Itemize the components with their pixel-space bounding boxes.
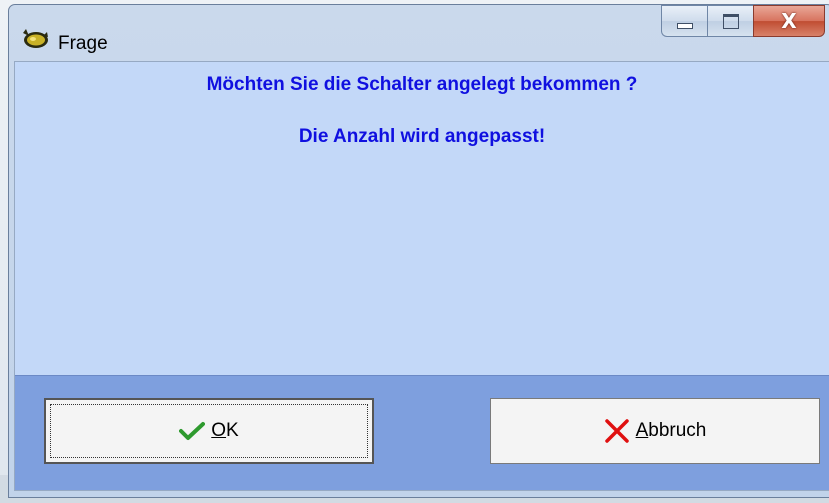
cat-app-icon[interactable] — [20, 27, 50, 49]
cancel-button-label: Abbruch — [635, 420, 707, 441]
caption-buttons: X — [661, 5, 825, 41]
ok-button[interactable]: OK — [44, 398, 374, 464]
cross-icon — [604, 419, 629, 443]
dialog-content: Möchten Sie die Schalter angelegt bekomm… — [14, 61, 829, 491]
title-bar[interactable]: Frage X — [9, 5, 829, 61]
maximize-button[interactable] — [707, 5, 753, 37]
question-text: Möchten Sie die Schalter angelegt bekomm… — [206, 74, 638, 95]
cancel-button[interactable]: Abbruch — [490, 398, 820, 464]
window-title: Frage — [58, 33, 108, 54]
focus-rectangle — [50, 404, 368, 458]
maximize-icon — [722, 13, 739, 29]
close-icon: X — [781, 9, 797, 33]
button-bar: OK Abbruch — [15, 375, 829, 490]
close-button[interactable]: X — [753, 5, 825, 37]
minimize-button[interactable] — [661, 5, 707, 37]
info-text: Die Anzahl wird angepasst! — [298, 126, 546, 147]
minimize-icon — [676, 23, 693, 29]
dialog-window: Frage X Möchten Sie die Schalter angeleg… — [8, 4, 829, 498]
